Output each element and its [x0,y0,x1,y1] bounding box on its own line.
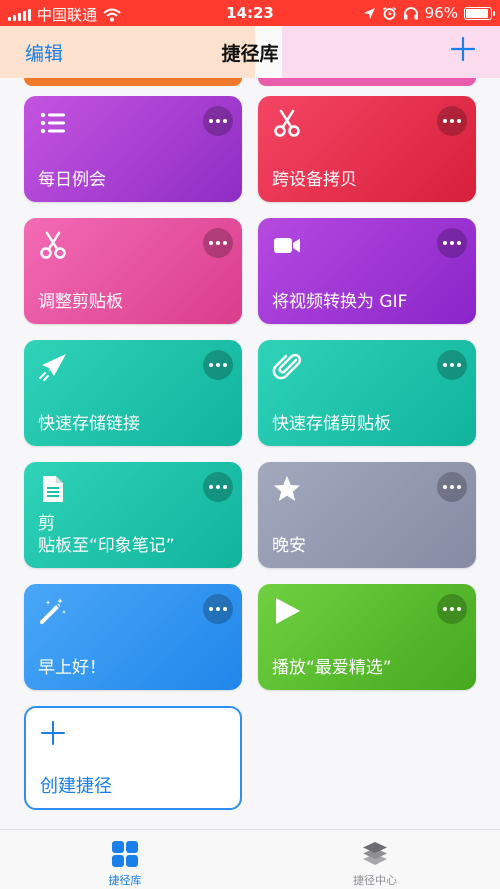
shortcut-card-play-favorites[interactable]: 播放“最爱精选” [258,584,476,690]
paper-plane-icon [39,354,66,381]
ellipsis-icon [443,485,447,489]
battery-icon [464,6,495,20]
shortcut-card-daily-meeting[interactable]: 每日例会 [24,96,242,202]
create-shortcut-label: 创建捷径 [40,776,112,797]
list-icon [40,112,65,134]
navigation-bar: 编辑 捷径库 [0,26,500,78]
ellipsis-icon [209,363,213,367]
video-camera-icon [274,238,300,253]
more-button[interactable] [203,228,233,258]
edit-button[interactable]: 编辑 [25,39,63,66]
plus-icon [450,36,476,62]
more-button[interactable] [203,106,233,136]
more-button[interactable] [437,594,467,624]
ellipsis-icon [443,363,447,367]
battery-percent: 96% [424,4,458,22]
shortcut-card-save-link[interactable]: 快速存储链接 [24,340,242,446]
more-button[interactable] [437,472,467,502]
shortcut-label: 每日例会 [38,170,106,190]
shortcut-label: 播放“最爱精选” [272,658,392,678]
document-icon [43,476,63,502]
tab-bar: 捷径库 捷径中心 [0,829,500,889]
paperclip-icon [272,353,302,380]
shortcut-label: 跨设备拷贝 [272,170,357,190]
shortcut-card-save-clipboard[interactable]: 快速存储剪贴板 [258,340,476,446]
shortcut-label: 快速存储链接 [38,414,140,434]
shortcut-card-adjust-clipboard[interactable]: 调整剪贴板 [24,218,242,324]
ellipsis-icon [209,119,213,123]
more-button[interactable] [437,228,467,258]
shortcut-card-good-morning[interactable]: 早上好！ [24,584,242,690]
create-shortcut-button[interactable]: 创建捷径 [24,706,242,810]
headphones-icon [403,7,418,20]
star-icon [274,476,300,501]
alarm-icon [382,6,396,20]
shortcut-label: 将视频转换为 GIF [272,292,408,312]
layers-icon [363,842,387,865]
ellipsis-icon [443,607,447,611]
more-button[interactable] [203,472,233,502]
tab-label: 捷径库 [108,874,142,887]
shortcut-label: 快速存储剪贴板 [272,414,391,434]
ellipsis-icon [209,607,213,611]
status-bar: 中国联通 14:23 96% [0,0,500,26]
shortcut-card-cross-device-copy[interactable]: 跨设备拷贝 [258,96,476,202]
shortcut-card-good-night[interactable]: 晚安 [258,462,476,568]
location-icon [363,7,375,19]
play-icon [276,598,300,624]
ellipsis-icon [443,119,447,123]
shortcut-label: 早上好！ [38,658,106,678]
more-button[interactable] [203,594,233,624]
shortcut-label: 晚安 [272,536,306,556]
partial-card-right [258,78,476,86]
partial-card-left [24,78,242,86]
tab-gallery[interactable]: 捷径中心 [325,840,425,888]
shortcut-card-video-to-gif[interactable]: 将视频转换为 GIF [258,218,476,324]
tab-label: 捷径中心 [353,874,397,887]
ellipsis-icon [443,241,447,245]
more-button[interactable] [203,350,233,380]
scissors-icon [40,231,66,259]
status-right: 96% [363,4,495,22]
scissors-icon [274,109,300,137]
magic-wand-icon [40,598,66,624]
grid-icon [112,841,138,867]
ellipsis-icon [209,241,213,245]
shortcut-card-clipboard-to-evernote[interactable]: 剪 贴板至“印象笔记” [24,462,242,568]
more-button[interactable] [437,350,467,380]
add-shortcut-button[interactable] [448,34,478,64]
ellipsis-icon [209,485,213,489]
shortcut-label: 剪 贴板至“印象笔记” [38,514,175,556]
shortcut-label: 调整剪贴板 [38,292,123,312]
plus-icon [41,721,65,745]
more-button[interactable] [437,106,467,136]
tab-library[interactable]: 捷径库 [75,840,175,888]
